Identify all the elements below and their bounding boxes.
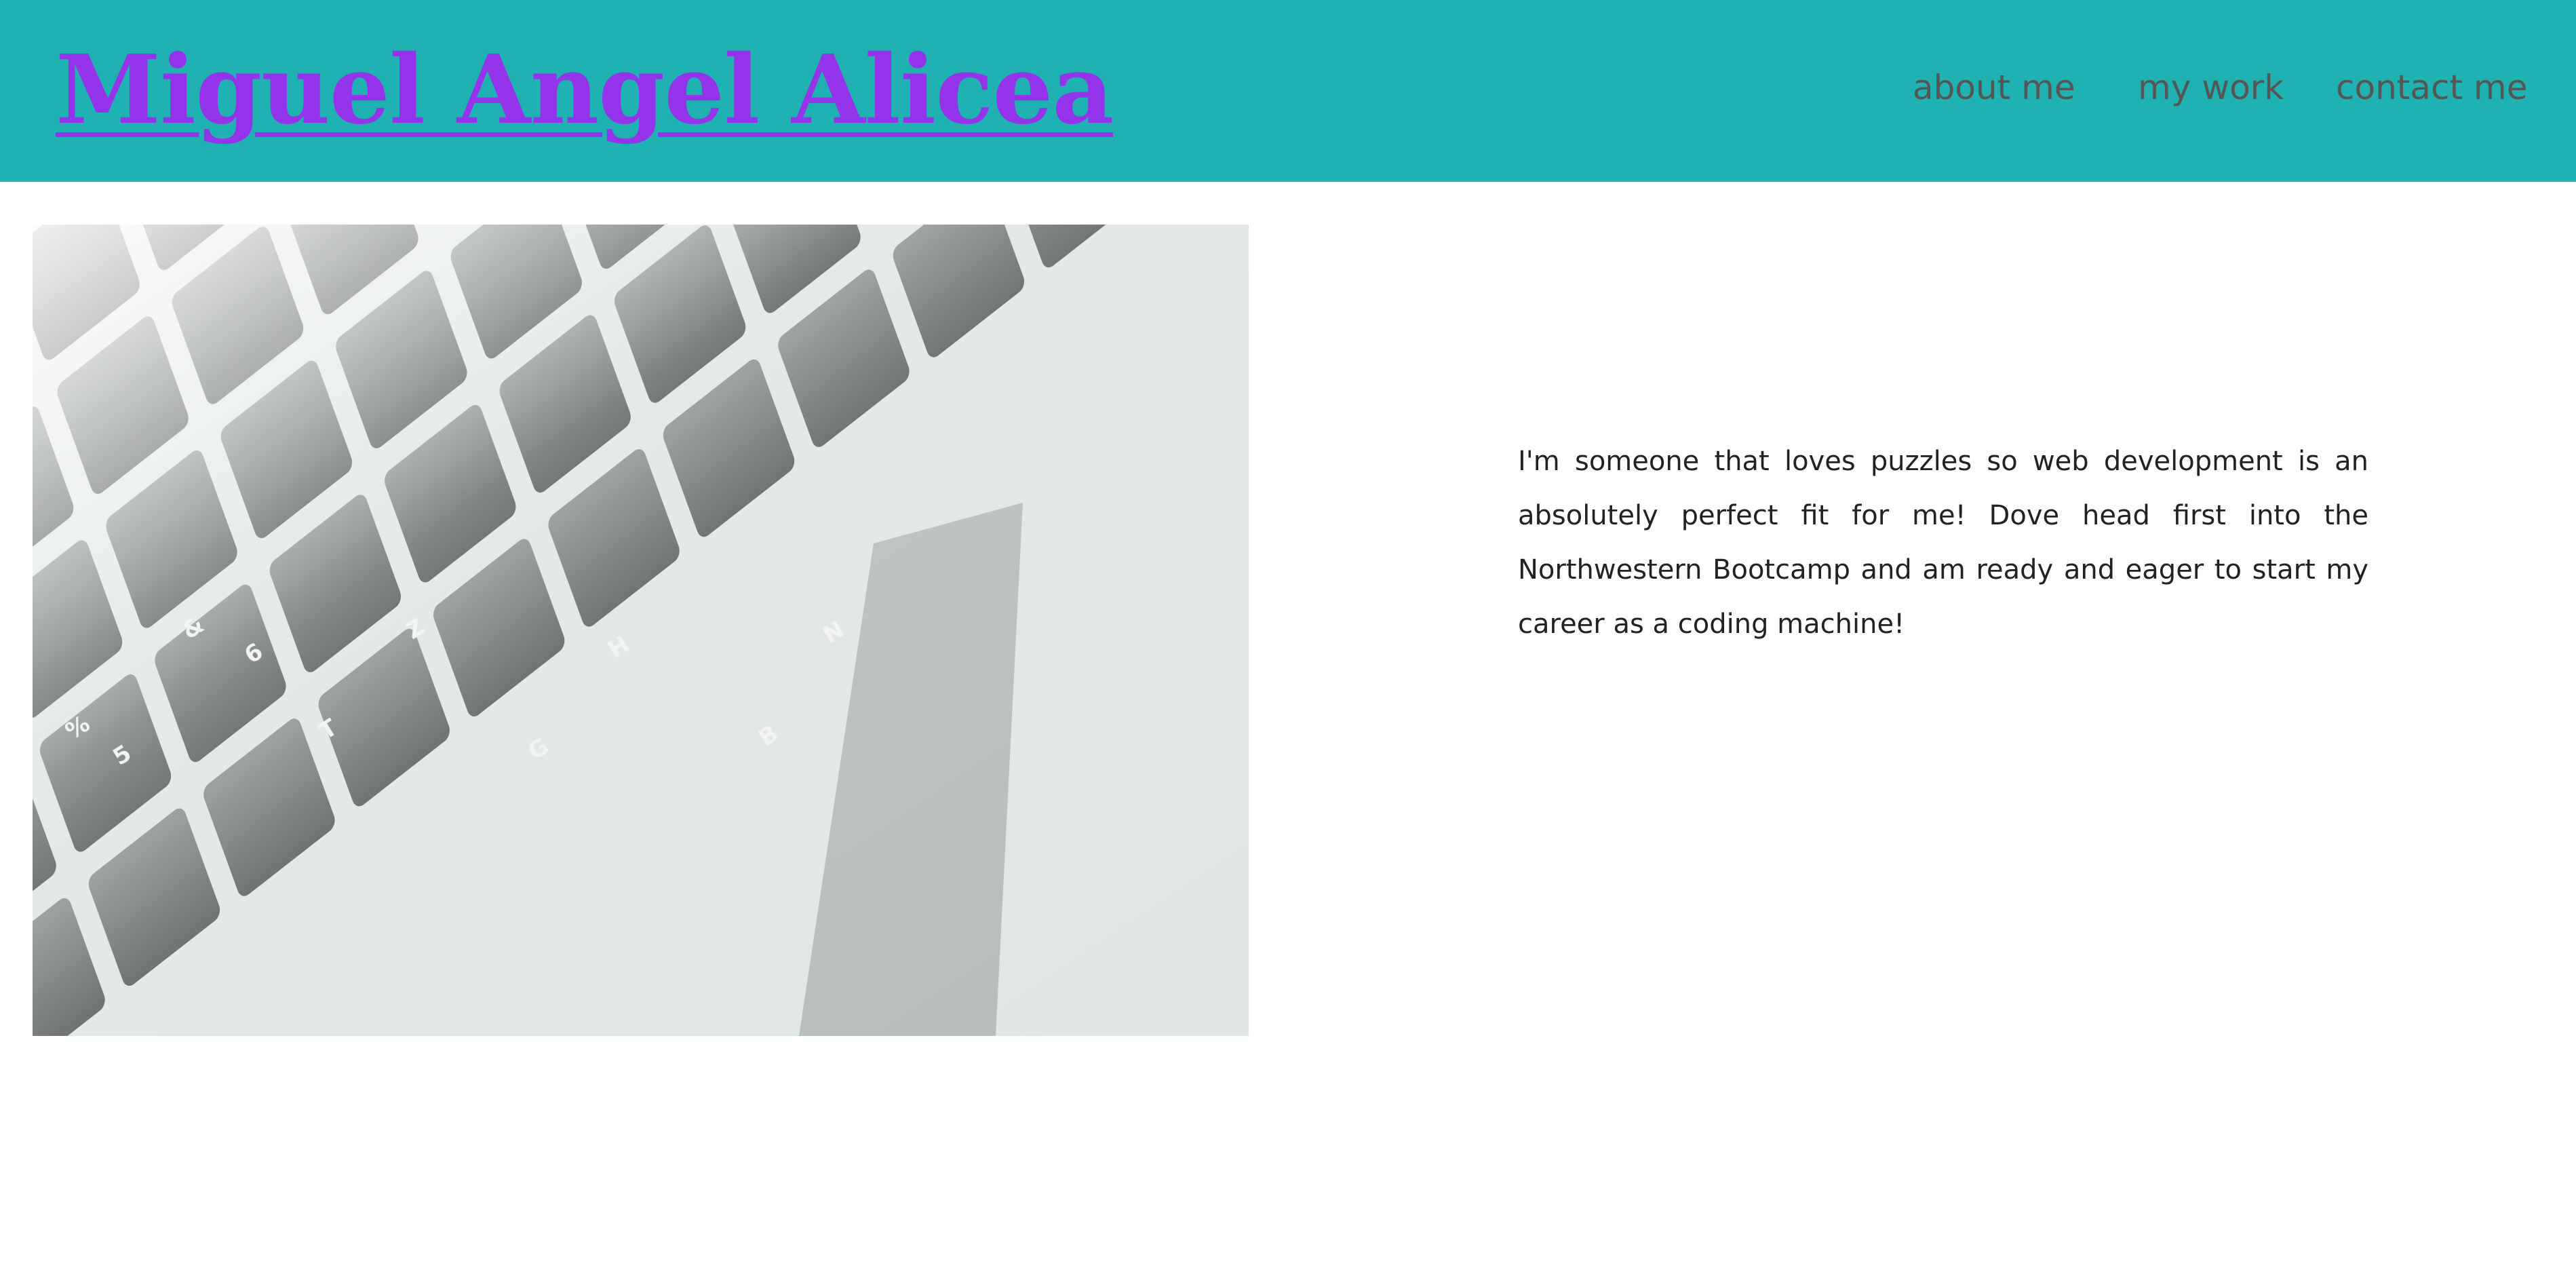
site-title-link[interactable]: Miguel Angel Alicea — [56, 33, 1114, 148]
keyboard-photo: % 5 T G B & 6 Z H N — [33, 225, 1249, 1036]
keyboard-hero-image: % 5 T G B & 6 Z H N — [33, 225, 1249, 1036]
nav-about-me[interactable]: about me — [1913, 66, 2075, 109]
site-header: Miguel Angel Alicea about me my work con… — [0, 0, 2576, 182]
nav-my-work[interactable]: my work — [2138, 66, 2284, 109]
intro-paragraph: I'm someone that loves puzzles so web de… — [1518, 446, 2368, 640]
nav-contact-me[interactable]: contact me — [2336, 66, 2527, 109]
